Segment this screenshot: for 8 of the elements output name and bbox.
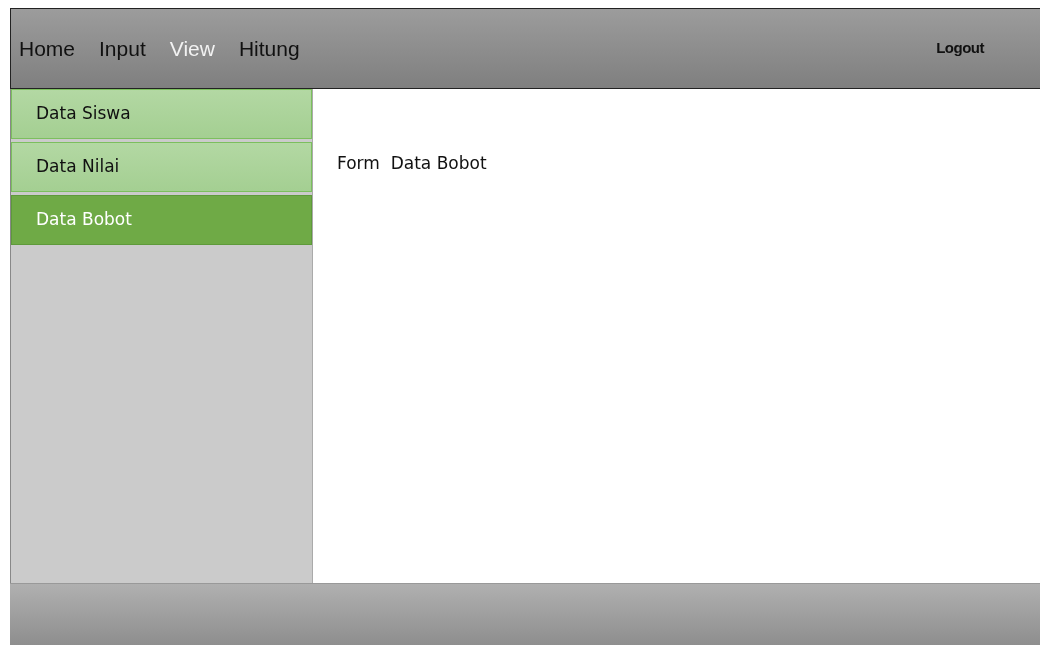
menu-item[interactable]: Home	[19, 32, 88, 65]
menu-item[interactable]: Hitung	[238, 32, 312, 65]
menu-item[interactable]: Input	[99, 32, 158, 65]
sidebar-item[interactable]: Data Nilai	[11, 142, 312, 192]
sidebar-item[interactable]: Data Siswa	[11, 89, 312, 139]
menu-item[interactable]: View	[169, 32, 227, 65]
form-title: Form Data Bobot	[337, 153, 487, 173]
logout-button[interactable]: Logout	[930, 36, 990, 61]
